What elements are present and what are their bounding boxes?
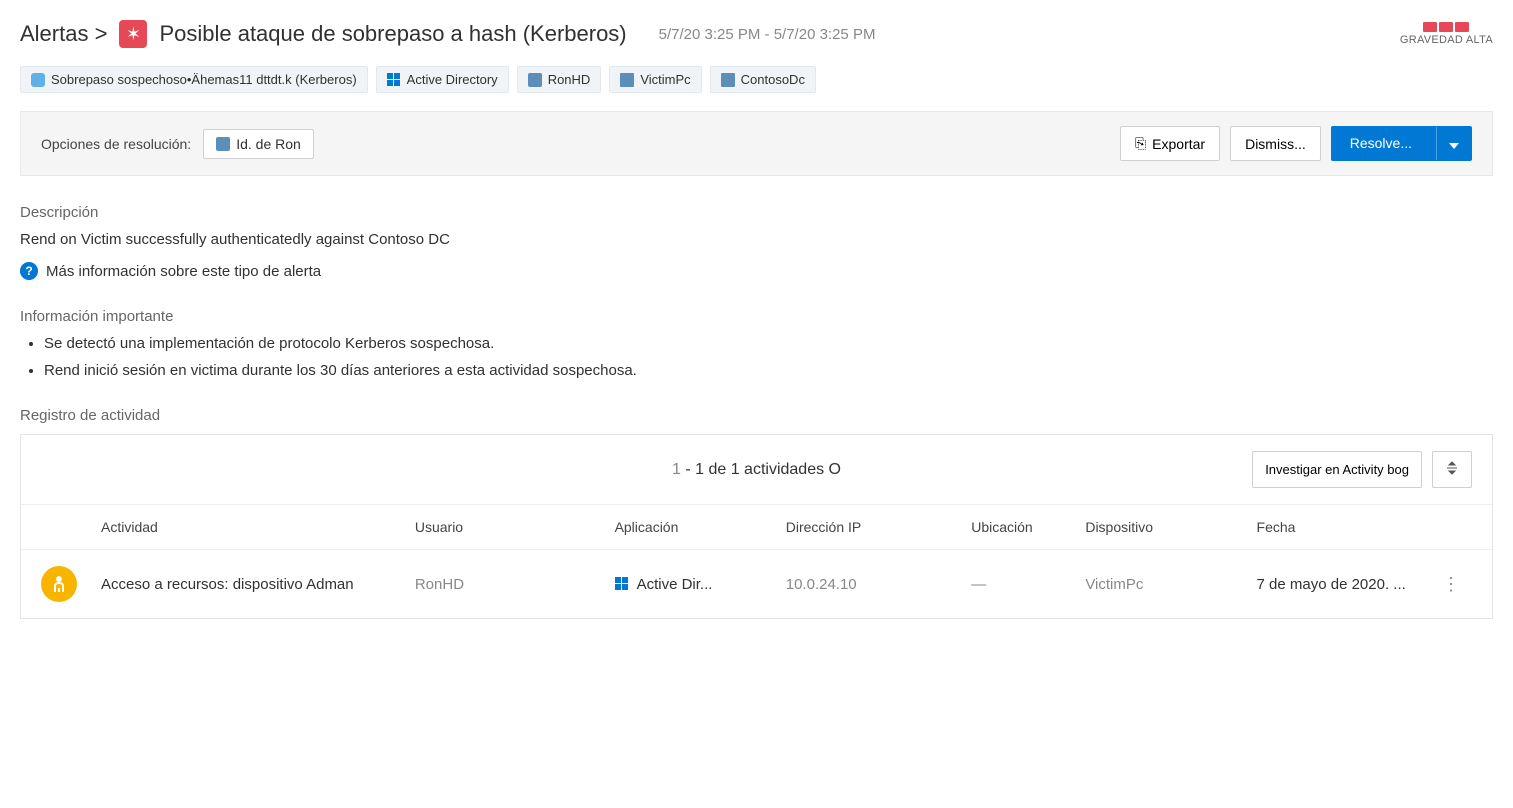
severity-label: GRAVEDAD ALTA: [1400, 34, 1493, 46]
tag-victim-pc[interactable]: VictimPc: [609, 66, 701, 93]
col-user[interactable]: Usuario: [415, 519, 615, 535]
activity-type-icon: [41, 566, 77, 602]
dismiss-button[interactable]: Dismiss...: [1230, 126, 1321, 161]
user-icon: [216, 137, 230, 151]
cell-location: —: [971, 576, 1085, 593]
activity-log-section: Registro de actividad 1 - 1 de 1 activid…: [20, 407, 1493, 619]
resolve-dropdown[interactable]: [1436, 127, 1471, 160]
description-heading: Descripción: [20, 204, 1493, 221]
activity-table-header: Actividad Usuario Aplicación Dirección I…: [21, 505, 1492, 550]
col-app[interactable]: Aplicación: [615, 519, 786, 535]
important-heading: Información importante: [20, 308, 1493, 325]
cell-date: 7 de mayo de 2020. ...: [1257, 576, 1442, 593]
activity-row[interactable]: Acceso a recursos: dispositivo Adman Ron…: [21, 550, 1492, 618]
row-menu-button[interactable]: ⋮: [1442, 574, 1472, 595]
col-activity[interactable]: Actividad: [101, 519, 415, 535]
tag-attack[interactable]: Sobrepaso sospechoso•Ähemas11 dttdt.k (K…: [20, 66, 368, 93]
export-icon: ⎘: [1135, 135, 1146, 152]
tag-label: Active Directory: [407, 72, 498, 87]
tag-label: RonHD: [548, 72, 591, 87]
description-section: Descripción Rend on Victim successfully …: [20, 204, 1493, 280]
entity-tags: Sobrepaso sospechoso•Ähemas11 dttdt.k (K…: [20, 66, 1493, 93]
computer-icon: [721, 73, 735, 87]
activity-panel: 1 - 1 de 1 actividades O Investigar en A…: [20, 434, 1493, 619]
tag-label: VictimPc: [640, 72, 690, 87]
page-title: Posible ataque de sobrepaso a hash (Kerb…: [159, 21, 626, 47]
tag-label: Sobrepaso sospechoso•Ähemas11 dttdt.k (K…: [51, 72, 357, 87]
activity-count: 1 - 1 de 1 actividades O: [672, 461, 841, 479]
user-id-button[interactable]: Id. de Ron: [203, 129, 314, 159]
alert-icon: ✶: [119, 20, 147, 48]
col-device[interactable]: Dispositivo: [1085, 519, 1256, 535]
toolbar-label: Opciones de resolución:: [41, 136, 191, 152]
important-info-section: Información importante Se detectó una im…: [20, 308, 1493, 379]
col-date[interactable]: Fecha: [1257, 519, 1442, 535]
chevron-down-icon: [1449, 136, 1459, 152]
important-item: Rend inició sesión en victima durante lo…: [44, 362, 1493, 379]
user-icon: [528, 73, 542, 87]
col-ip[interactable]: Dirección IP: [786, 519, 971, 535]
tag-active-directory[interactable]: Active Directory: [376, 66, 509, 93]
id-label: Id. de Ron: [236, 136, 301, 152]
tag-contoso-dc[interactable]: ContosoDc: [710, 66, 816, 93]
info-icon: ?: [20, 262, 38, 280]
resolution-toolbar: Opciones de resolución: Id. de Ron ⎘ Exp…: [20, 111, 1493, 176]
export-button[interactable]: ⎘ Exportar: [1120, 126, 1220, 161]
cloud-icon: [31, 73, 45, 87]
cell-app: Active Dir...: [615, 576, 786, 593]
computer-icon: [620, 73, 634, 87]
description-text: Rend on Victim successfully authenticate…: [20, 231, 1493, 248]
investigate-button[interactable]: Investigar en Activity bog: [1252, 451, 1422, 488]
activity-panel-header: 1 - 1 de 1 actividades O Investigar en A…: [21, 435, 1492, 505]
expand-icon: [1444, 460, 1460, 479]
tag-user[interactable]: RonHD: [517, 66, 602, 93]
timestamp: 5/7/20 3:25 PM - 5/7/20 3:25 PM: [659, 26, 876, 43]
windows-icon: [387, 73, 401, 87]
resolve-button[interactable]: Resolve...: [1331, 126, 1472, 161]
col-location[interactable]: Ubicación: [971, 519, 1085, 535]
important-item: Se detectó una implementación de protoco…: [44, 335, 1493, 352]
cell-device: VictimPc: [1085, 576, 1256, 593]
activity-heading: Registro de actividad: [20, 407, 1493, 424]
cell-ip: 10.0.24.10: [786, 576, 971, 593]
cell-user: RonHD: [415, 576, 615, 593]
severity-indicator: GRAVEDAD ALTA: [1400, 22, 1493, 46]
cell-activity: Acceso a recursos: dispositivo Adman: [101, 576, 415, 593]
page-header: Alertas > ✶ Posible ataque de sobrepaso …: [20, 20, 1493, 48]
tag-label: ContosoDc: [741, 72, 805, 87]
more-info-link[interactable]: ? Más información sobre este tipo de ale…: [20, 262, 1493, 280]
breadcrumb[interactable]: Alertas >: [20, 21, 107, 47]
expand-button[interactable]: [1432, 451, 1472, 488]
windows-icon: [615, 577, 629, 591]
